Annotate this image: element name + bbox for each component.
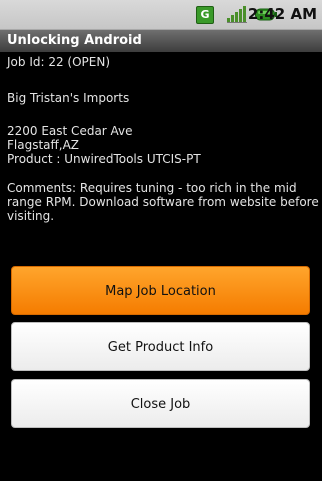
comments-text: Comments: Requires tuning - too rich in … [7, 181, 319, 223]
screen: G 2:42 AM Unlocking Android Job Id: 22 (… [0, 0, 322, 481]
address-line1-text: 2200 East Cedar Ave [7, 124, 133, 138]
customer-name-text: Big Tristan's Imports [7, 91, 130, 105]
address-line2-text: Flagstaff,AZ [7, 138, 80, 152]
g-notification-icon: G [196, 6, 214, 24]
signal-icon [227, 6, 247, 23]
job-id-text: Job Id: 22 (OPEN) [7, 55, 111, 69]
status-bar: G 2:42 AM [0, 0, 322, 30]
clock: 2:42 AM [247, 5, 317, 23]
app-title-bar: Unlocking Android [0, 30, 322, 52]
close-job-button[interactable]: Close Job [11, 379, 310, 428]
get-product-info-button[interactable]: Get Product Info [11, 322, 310, 371]
app-title: Unlocking Android [7, 33, 142, 48]
map-job-location-button[interactable]: Map Job Location [11, 266, 310, 315]
product-text: Product : UnwiredTools UTCIS-PT [7, 152, 201, 166]
